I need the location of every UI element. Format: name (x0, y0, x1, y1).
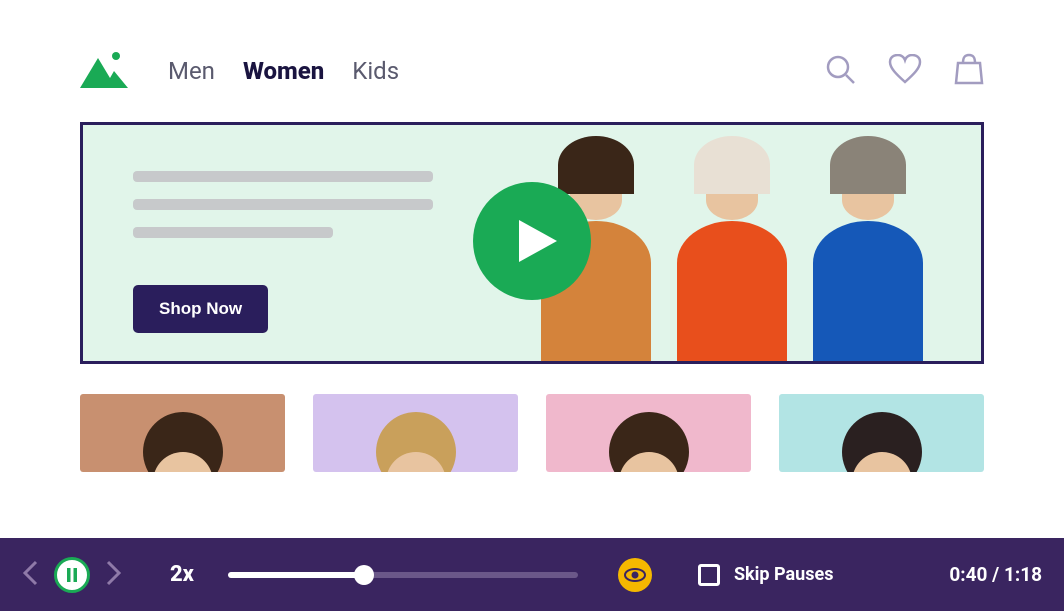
prev-button[interactable] (22, 560, 38, 590)
hero-model (803, 136, 933, 361)
skeleton-line (133, 227, 333, 238)
hero-model (667, 136, 797, 361)
product-tile[interactable] (779, 394, 984, 472)
time-display: 0:40 / 1:18 (949, 563, 1042, 586)
hero-banner: Shop Now (80, 122, 984, 364)
site-header: Men Women Kids (0, 0, 1064, 122)
skip-pauses-toggle[interactable]: Skip Pauses (698, 564, 834, 586)
heart-icon[interactable] (888, 54, 922, 88)
progress-bar[interactable] (228, 572, 578, 578)
nav-item-kids[interactable]: Kids (352, 57, 399, 85)
product-tiles (80, 394, 984, 472)
header-actions (824, 53, 984, 89)
next-button[interactable] (106, 560, 122, 590)
hero-text-area: Shop Now (83, 125, 483, 361)
product-tile[interactable] (546, 394, 751, 472)
play-button[interactable] (473, 182, 591, 304)
main-nav: Men Women Kids (168, 57, 824, 85)
checkbox-icon[interactable] (698, 564, 720, 586)
playback-speed[interactable]: 2x (170, 562, 194, 587)
site-logo[interactable] (80, 50, 128, 92)
skip-pauses-label: Skip Pauses (734, 564, 834, 585)
nav-item-women[interactable]: Women (243, 57, 324, 85)
bag-icon[interactable] (954, 53, 984, 89)
product-tile[interactable] (313, 394, 518, 472)
product-tile[interactable] (80, 394, 285, 472)
total-time: 1:18 (1004, 563, 1042, 586)
progress-fill (228, 572, 365, 578)
skeleton-line (133, 199, 433, 210)
nav-item-men[interactable]: Men (168, 57, 215, 85)
visibility-toggle[interactable] (618, 558, 652, 592)
current-time: 0:40 (949, 563, 987, 586)
shop-now-button[interactable]: Shop Now (133, 285, 268, 333)
skeleton-line (133, 171, 433, 182)
search-icon[interactable] (824, 53, 856, 89)
progress-thumb[interactable] (354, 565, 374, 585)
video-player-bar: 2x Skip Pauses 0:40 / 1:18 (0, 538, 1064, 611)
pause-button[interactable] (54, 557, 90, 593)
